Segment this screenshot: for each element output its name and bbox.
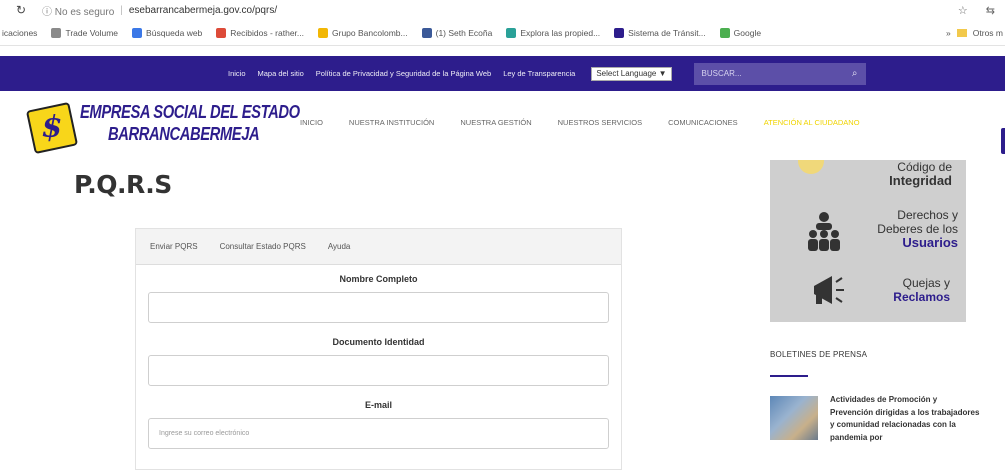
news-link[interactable]: Actividades de Promoción y Prevención di… bbox=[830, 394, 980, 444]
bookmark-item[interactable]: (1) Seth Ecoña bbox=[421, 27, 493, 38]
logo-line-1: EMPRESA SOCIAL DEL ESTADO bbox=[80, 102, 300, 122]
nav-comunicaciones[interactable]: COMUNICACIONES bbox=[668, 118, 738, 127]
security-indicator[interactable]: ⓘ No es seguro bbox=[42, 3, 114, 18]
tab-ayuda[interactable]: Ayuda bbox=[328, 242, 351, 251]
bookmark-label: icaciones bbox=[2, 27, 38, 38]
banner-text: Derechos y bbox=[897, 208, 958, 222]
bookmark-icon bbox=[719, 27, 730, 38]
main-nav: INICIO NUESTRA INSTITUCIÓN NUESTRA GESTI… bbox=[300, 118, 886, 127]
bookmark-icon bbox=[614, 27, 625, 38]
documento-label: Documento Identidad bbox=[332, 337, 425, 347]
banner-text-bold: Integridad bbox=[889, 173, 952, 188]
email-label: E-mail bbox=[364, 400, 392, 410]
tab-consultar-estado[interactable]: Consultar Estado PQRS bbox=[220, 242, 306, 251]
logo-badge-glyph: $ bbox=[41, 110, 63, 146]
bookmark-item[interactable]: Grupo Bancolomb... bbox=[318, 27, 408, 38]
bookmark-item[interactable]: Trade Volume bbox=[51, 27, 119, 38]
bookmark-label: Trade Volume bbox=[65, 27, 119, 38]
other-bookmarks[interactable]: » Otros m bbox=[946, 28, 1003, 38]
bookmark-icon bbox=[132, 27, 143, 38]
chevron-icon: » bbox=[946, 27, 951, 38]
integrity-icon bbox=[798, 160, 824, 174]
bookmark-item[interactable]: Sistema de Tránsit... bbox=[614, 27, 706, 38]
users-icon bbox=[808, 212, 840, 251]
nav-nuestra-gestion[interactable]: NUESTRA GESTIÓN bbox=[460, 118, 531, 127]
banner-quejas-reclamos[interactable]: Quejas y Reclamos bbox=[893, 276, 950, 304]
nombre-label: Nombre Completo bbox=[339, 274, 418, 284]
search-placeholder: BUSCAR... bbox=[701, 69, 742, 78]
bookmark-icon bbox=[51, 27, 62, 38]
logo-line-2: BARRANCABERMEJA bbox=[108, 124, 260, 144]
banner-text-bold: Usuarios bbox=[902, 235, 958, 250]
page-title: P.Q.R.S bbox=[74, 170, 172, 199]
tab-enviar-pqrs[interactable]: Enviar PQRS bbox=[150, 242, 198, 251]
bookmark-label: Google bbox=[733, 27, 762, 38]
nav-nuestra-institucion[interactable]: NUESTRA INSTITUCIÓN bbox=[349, 118, 434, 127]
browser-actions: ☆ ⇆ bbox=[958, 4, 995, 17]
pqrs-form-card: Enviar PQRS Consultar Estado PQRS Ayuda … bbox=[135, 228, 622, 470]
star-icon[interactable]: ☆ bbox=[958, 4, 968, 17]
bookmark-label: (1) Seth Ecoña bbox=[435, 27, 493, 38]
banner-text: Deberes de los bbox=[877, 222, 958, 236]
bookmark-item[interactable]: Búsqueda web bbox=[132, 27, 203, 38]
banner-text: Quejas y bbox=[902, 276, 950, 290]
bookmark-icon bbox=[421, 27, 432, 38]
news-thumbnail[interactable] bbox=[770, 396, 818, 440]
translate-icon[interactable]: ⇆ bbox=[986, 4, 995, 17]
section-title-boletines: BOLETINES DE PRENSA bbox=[770, 350, 868, 359]
browser-address-bar: ↻ ⓘ No es seguro | esebarrancabermeja.go… bbox=[0, 0, 1005, 20]
utility-link-privacidad[interactable]: Política de Privacidad y Seguridad de la… bbox=[316, 69, 491, 78]
bookmark-item[interactable]: Google bbox=[719, 27, 762, 38]
bookmark-label: Explora las propied... bbox=[520, 27, 601, 38]
nav-atencion-ciudadano[interactable]: ATENCIÓN AL CIUDADANO bbox=[764, 118, 860, 127]
folder-icon bbox=[956, 28, 967, 37]
banner-derechos-deberes[interactable]: Derechos y Deberes de los Usuarios bbox=[877, 208, 958, 250]
language-select[interactable]: Select Language ▼ bbox=[591, 66, 672, 81]
site-logo[interactable]: $ EMPRESA SOCIAL DEL ESTADO BARRANCABERM… bbox=[25, 100, 300, 155]
bookmark-icon bbox=[318, 27, 328, 38]
bookmark-item[interactable]: Explora las propied... bbox=[506, 27, 601, 38]
form-tabs: Enviar PQRS Consultar Estado PQRS Ayuda bbox=[136, 229, 621, 265]
institutional-banner: Código de Integridad Derechos y Deberes … bbox=[770, 160, 966, 322]
search-input[interactable]: BUSCAR... ⌕ bbox=[693, 62, 866, 85]
search-icon[interactable]: ⌕ bbox=[852, 68, 858, 79]
banner-text: Código de bbox=[897, 160, 952, 174]
nav-nuestros-servicios[interactable]: NUESTROS SERVICIOS bbox=[558, 118, 642, 127]
security-label: No es seguro bbox=[54, 6, 115, 18]
other-bookmarks-label: Otros m bbox=[972, 27, 1003, 38]
utility-links: Inicio Mapa del sitio Política de Privac… bbox=[228, 69, 587, 78]
documento-field[interactable] bbox=[148, 355, 609, 386]
url-separator: | bbox=[120, 4, 123, 16]
nav-inicio[interactable]: INICIO bbox=[300, 118, 323, 127]
bookmark-label: Sistema de Tránsit... bbox=[628, 27, 706, 38]
reload-icon[interactable]: ↻ bbox=[12, 3, 30, 17]
utility-link-transparencia[interactable]: Ley de Transparencia bbox=[503, 69, 575, 78]
bookmark-item[interactable]: icaciones bbox=[2, 28, 37, 38]
url-text[interactable]: esebarrancabermeja.gov.co/pqrs/ bbox=[129, 5, 277, 16]
bookmark-icon bbox=[216, 27, 227, 38]
section-underline bbox=[770, 375, 808, 377]
megaphone-icon bbox=[814, 276, 844, 304]
nombre-field[interactable] bbox=[148, 292, 609, 323]
bookmark-icon bbox=[506, 27, 517, 38]
bookmark-label: Recibidos - rather... bbox=[230, 27, 304, 38]
banner-text-bold: Reclamos bbox=[893, 290, 950, 304]
utility-link-inicio[interactable]: Inicio bbox=[228, 69, 246, 78]
utility-link-mapa[interactable]: Mapa del sitio bbox=[258, 69, 304, 78]
bookmark-item[interactable]: Recibidos - rather... bbox=[216, 27, 304, 38]
banner-codigo-integridad[interactable]: Código de Integridad bbox=[889, 160, 952, 188]
email-field[interactable]: Ingrese su correo electrónico bbox=[148, 418, 609, 449]
top-utility-nav: Inicio Mapa del sitio Política de Privac… bbox=[0, 56, 1005, 91]
logo-badge-icon: $ bbox=[25, 101, 79, 155]
bookmarks-bar: icaciones Trade Volume Búsqueda web Recibid… bbox=[0, 20, 1005, 46]
bookmark-label: Búsqueda web bbox=[146, 27, 203, 38]
bookmark-label: Grupo Bancolomb... bbox=[332, 27, 408, 38]
side-tab-handle[interactable] bbox=[1001, 128, 1005, 154]
